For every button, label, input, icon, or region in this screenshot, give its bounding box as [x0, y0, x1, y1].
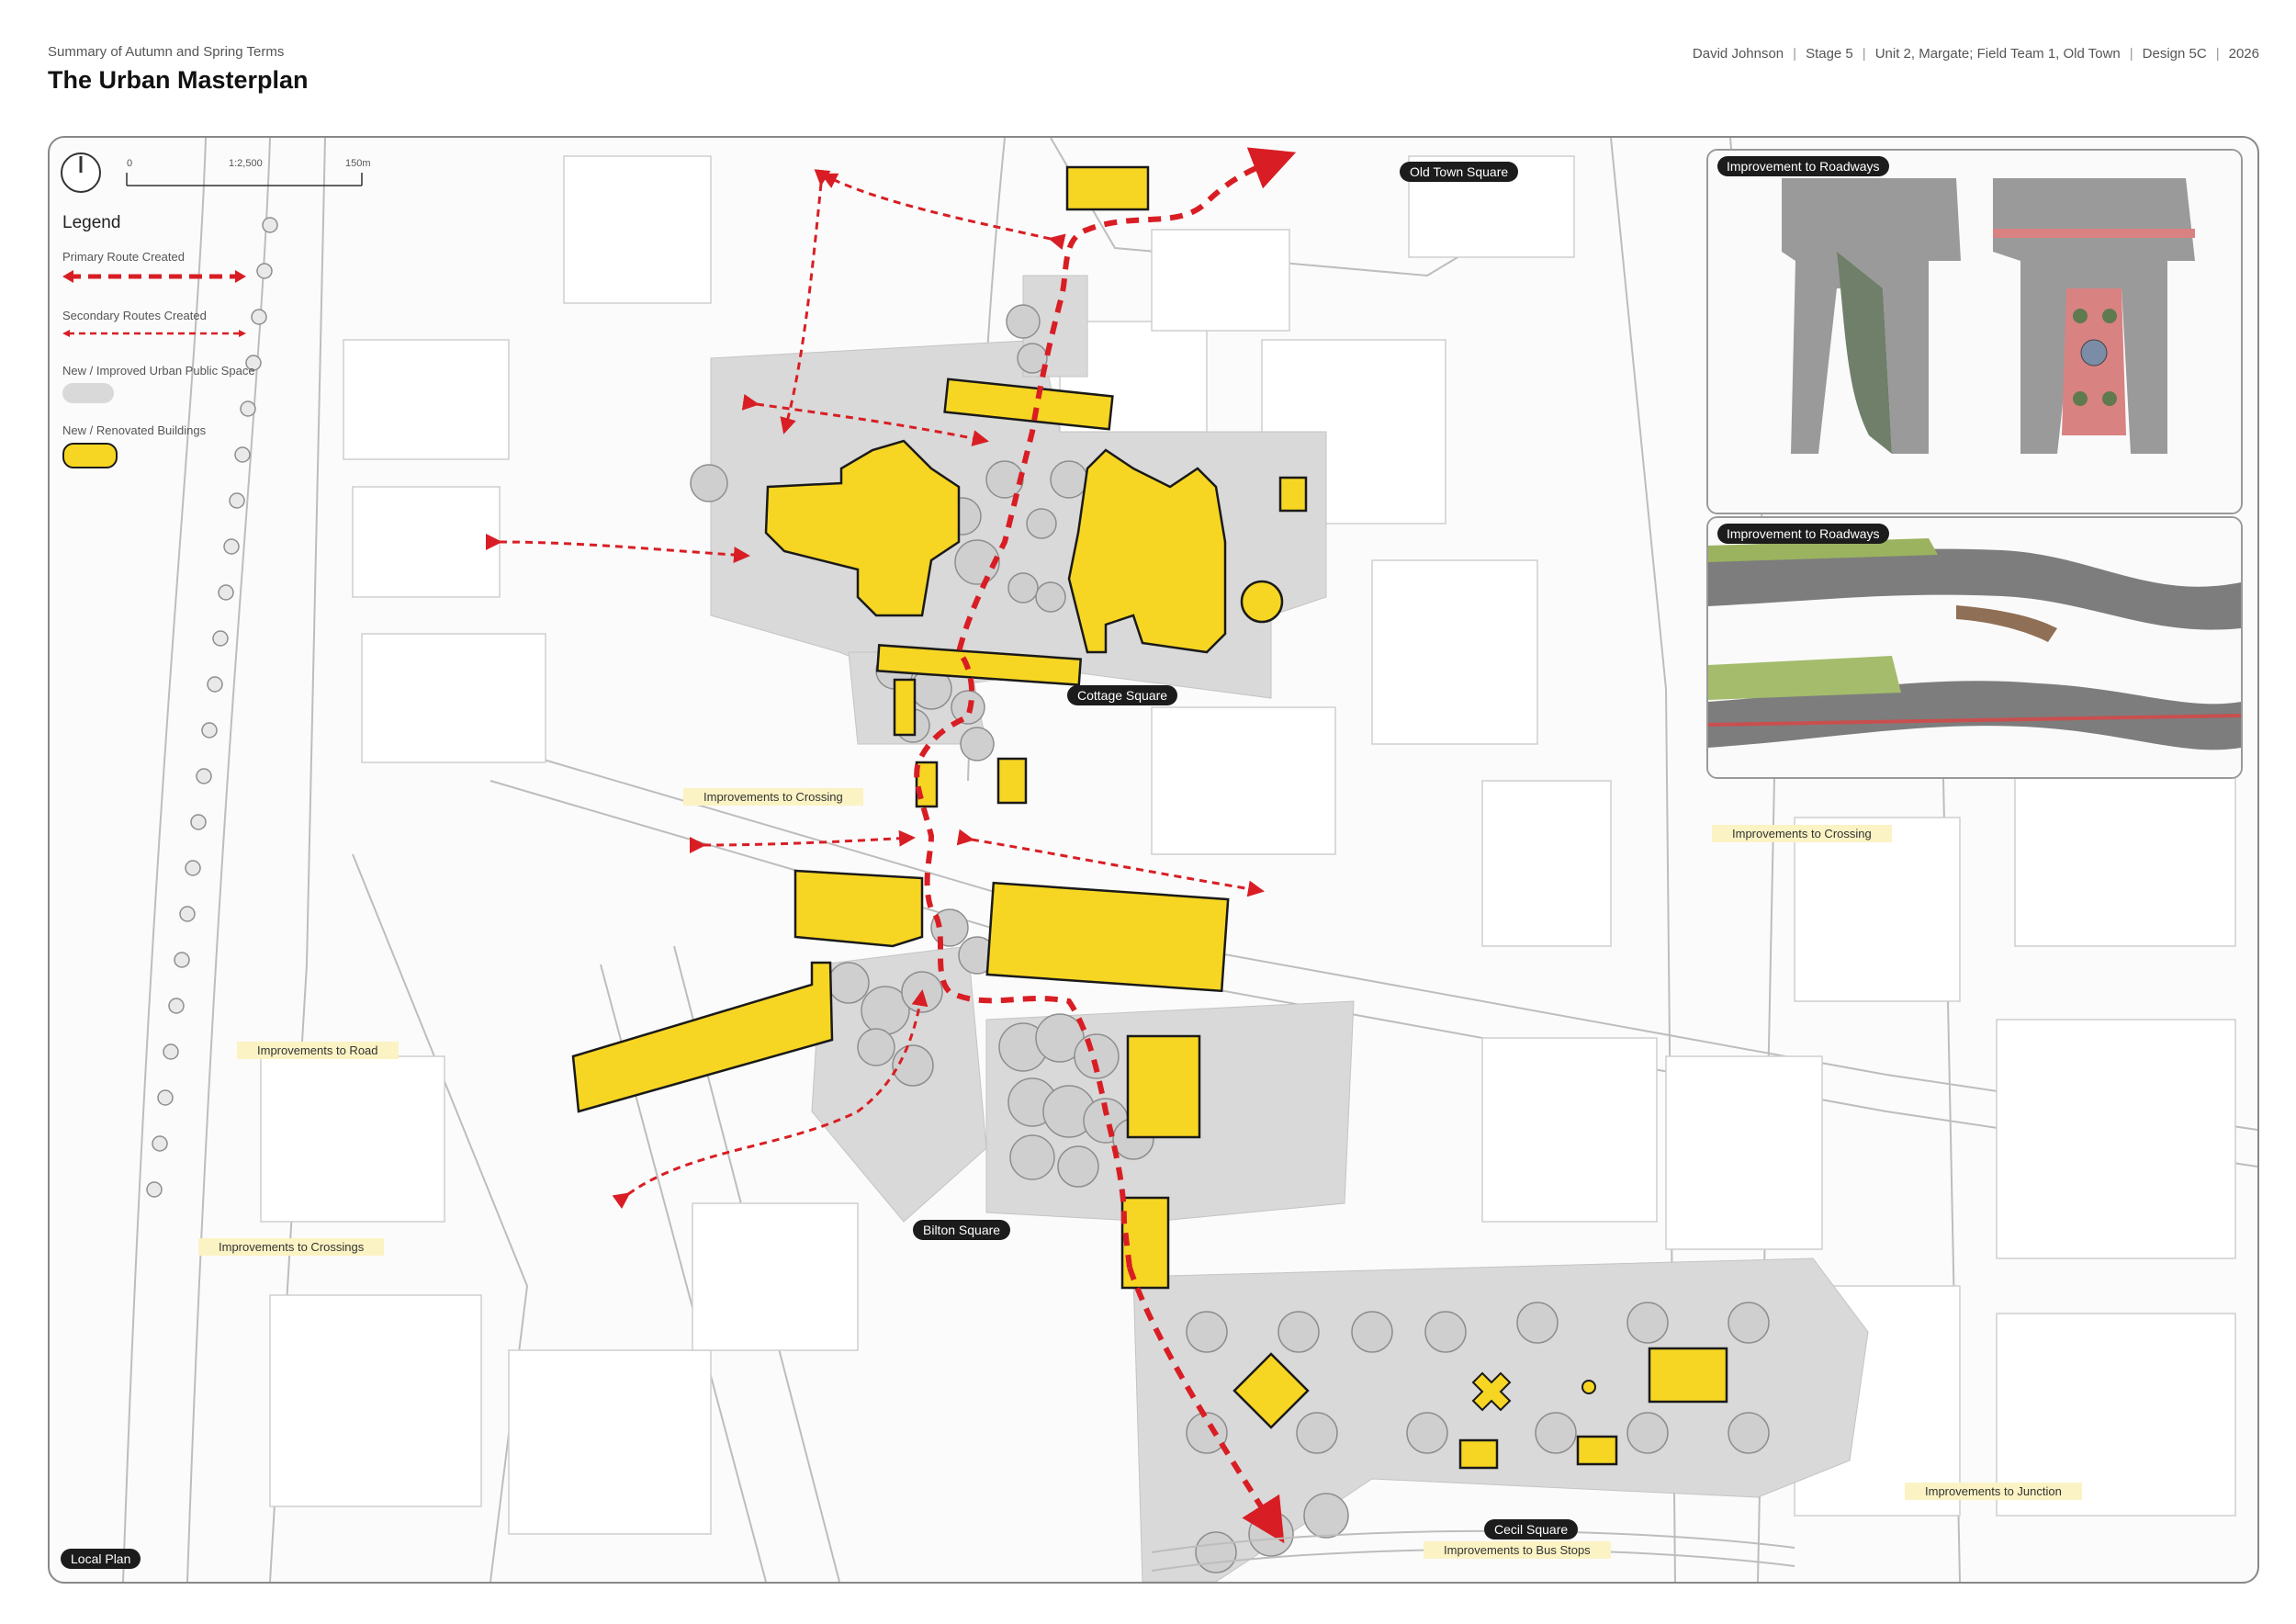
inset-roadways-top-drawing — [1708, 151, 2241, 513]
label-improvements-road: Improvements to Road — [237, 1042, 399, 1059]
legend: Legend Primary Route Created Secondary R… — [62, 213, 310, 489]
north-arrow-and-scale — [61, 152, 363, 193]
legend-item-primary-route: Primary Route Created — [62, 250, 310, 288]
meta-design: Design 5C — [2142, 46, 2207, 62]
legend-item-secondary-route: Secondary Routes Created — [62, 309, 310, 344]
inset-roadways-bottom: Improvement to Roadways — [1706, 516, 2243, 779]
building-swatch — [62, 443, 118, 468]
legend-label: New / Improved Urban Public Space — [62, 364, 255, 378]
legend-label: New / Renovated Buildings — [62, 423, 207, 437]
legend-title: Legend — [62, 213, 121, 232]
header-meta: David Johnson | Stage 5 | Unit 2, Margate; F… — [1692, 46, 2259, 62]
label-improvements-crossing-east: Improvements to Crossing — [1712, 825, 1892, 842]
page-title: The Urban Masterplan — [48, 66, 309, 94]
legend-item-building: New / Renovated Buildings — [62, 423, 310, 468]
label-old-town-square: Old Town Square — [1400, 162, 1519, 182]
secondary-route-swatch — [62, 330, 246, 337]
inset-roadways-top: Improvement to Roadways — [1706, 149, 2243, 514]
label-improvements-junction: Improvements to Junction — [1905, 1483, 2082, 1500]
header-subtitle: Summary of Autumn and Spring Terms — [48, 44, 285, 60]
inset-title: Improvement to Roadways — [1717, 156, 1889, 176]
label-cottage-square: Cottage Square — [1067, 685, 1178, 705]
inset-title: Improvement to Roadways — [1717, 524, 1889, 544]
label-improvements-bus-stops: Improvements to Bus Stops — [1424, 1541, 1611, 1559]
meta-author: David Johnson — [1692, 46, 1784, 62]
primary-route-swatch — [62, 270, 246, 283]
label-bilton-square: Bilton Square — [913, 1220, 1011, 1240]
legend-label: Primary Route Created — [62, 250, 185, 264]
scale-start: 0 — [127, 158, 133, 169]
meta-year: 2026 — [2228, 46, 2259, 62]
label-improvements-crossings: Improvements to Crossings — [198, 1238, 385, 1256]
label-local-plan: Local Plan — [61, 1549, 141, 1569]
public-space-swatch — [62, 383, 114, 403]
legend-item-public-space: New / Improved Urban Public Space — [62, 364, 310, 403]
inset-roadways-bottom-drawing — [1708, 518, 2241, 777]
scale-end: 150m — [345, 158, 371, 169]
meta-stage: Stage 5 — [1806, 46, 1853, 62]
map-frame: 0 1:2,500 150m Legend Primary Route Crea… — [48, 136, 2259, 1584]
scale-ratio: 1:2,500 — [229, 158, 263, 169]
meta-unit: Unit 2, Margate; Field Team 1, Old Town — [1874, 46, 2121, 62]
legend-label: Secondary Routes Created — [62, 309, 207, 322]
scale-bar: 0 1:2,500 150m — [59, 145, 371, 205]
label-improvements-crossing-west: Improvements to Crossing — [683, 788, 863, 806]
label-cecil-square: Cecil Square — [1484, 1519, 1579, 1539]
